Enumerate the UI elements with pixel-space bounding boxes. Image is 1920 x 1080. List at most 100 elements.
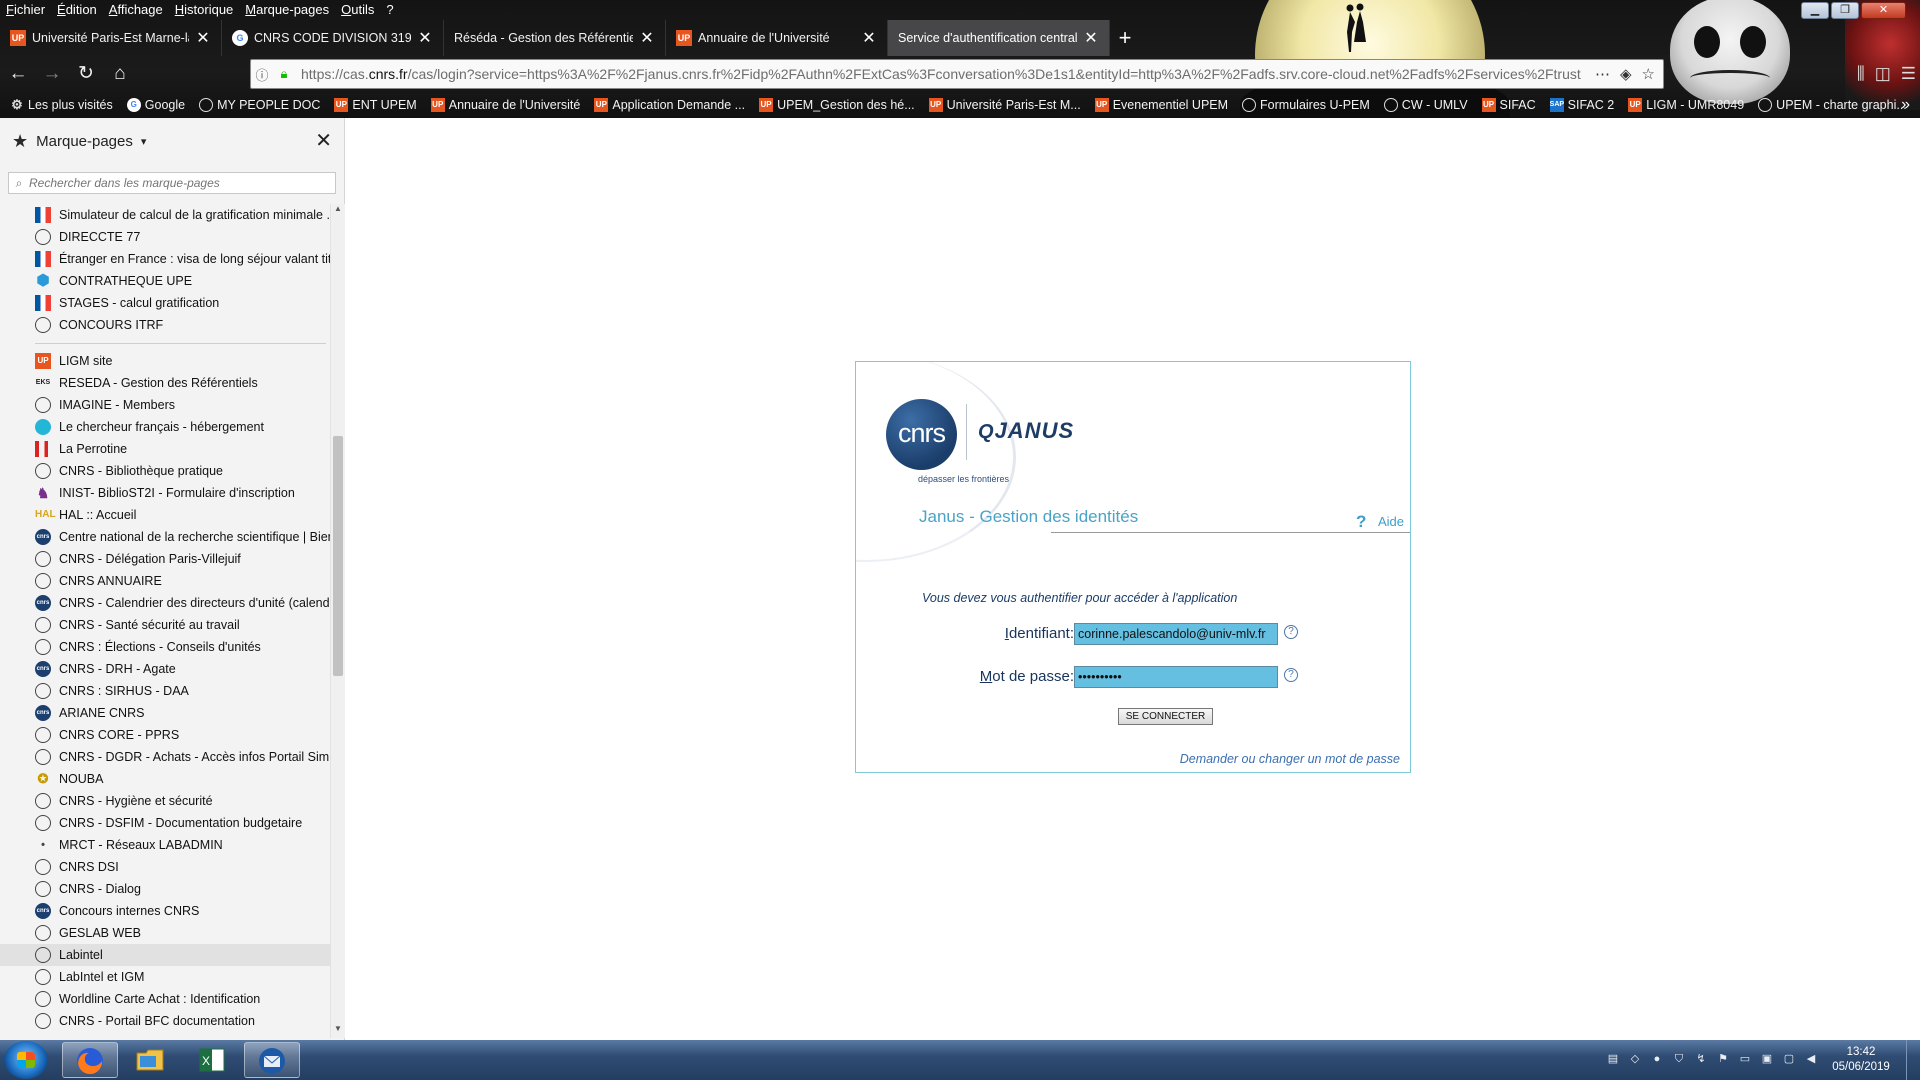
bookmark-ligm[interactable]: UP LIGM - UMR8049 — [1628, 98, 1758, 112]
url-text[interactable]: https://cas.cnrs.fr/cas/login?service=ht… — [295, 66, 1595, 82]
bookmark-item-cnrs-sirhus-daa[interactable]: CNRS : SIRHUS - DAA — [0, 680, 330, 702]
bookmark-search-input[interactable] — [29, 176, 329, 190]
bookmark-item-direccte-77[interactable]: DIRECCTE 77 — [0, 226, 330, 248]
address-bar[interactable]: ⓘ 🔒︎ https://cas.cnrs.fr/cas/login?servi… — [250, 59, 1664, 89]
volume-icon[interactable]: ◀ — [1804, 1052, 1818, 1066]
bookmark-item-concours-itrf[interactable]: CONCOURS ITRF — [0, 314, 330, 336]
clock[interactable]: 13:42 05/06/2019 — [1826, 1045, 1896, 1075]
bookmark-upem-gestion[interactable]: UP UPEM_Gestion des hé... — [759, 98, 929, 112]
pocket-icon[interactable]: ◈ — [1620, 65, 1632, 83]
bookmark-ent-upem[interactable]: UP ENT UPEM — [334, 98, 430, 112]
bookmark-item-cnrs-calendrier-des-directeurs-d-unite-c[interactable]: cnrs CNRS - Calendrier des directeurs d'u… — [0, 592, 330, 614]
reload-button[interactable]: ↻ — [70, 58, 102, 90]
username-help-icon[interactable]: ? — [1284, 625, 1298, 639]
sidebar-close-icon[interactable]: ✕ — [315, 128, 332, 153]
lock-icon[interactable]: 🔒︎ — [273, 66, 295, 82]
bookmark-item-cnrs-hygiene-et-securite[interactable]: CNRS - Hygiène et sécurité — [0, 790, 330, 812]
sidebar-scrollbar[interactable]: ▲ ▼ — [330, 204, 345, 1038]
password-help-icon[interactable]: ? — [1284, 668, 1298, 682]
password-input[interactable] — [1074, 666, 1278, 688]
chat-icon[interactable]: ▢ — [1782, 1052, 1796, 1066]
bookmark-item-stages-calcul-gratification[interactable]: STAGES - calcul gratification — [0, 292, 330, 314]
start-button[interactable] — [4, 1041, 48, 1079]
bookmark-item-cnrs-dialog[interactable]: CNRS - Dialog — [0, 878, 330, 900]
change-password-link[interactable]: Demander ou changer un mot de passe — [1180, 752, 1400, 766]
antivirus-icon[interactable]: ⛉ — [1672, 1052, 1686, 1066]
bookmark-les-plus-visites[interactable]: ⚙ Les plus visités — [10, 98, 127, 113]
sidebar-title[interactable]: Marque-pages — [36, 133, 133, 150]
bookmark-sifac[interactable]: UP SIFAC — [1481, 98, 1550, 112]
bookmark-item-cnrs-sante-securite-au-travail[interactable]: CNRS - Santé sécurité au travail — [0, 614, 330, 636]
bookmark-charte-graphique[interactable]: UPEM - charte graphi... — [1758, 98, 1920, 112]
file-explorer-taskbar-button[interactable] — [122, 1042, 178, 1078]
bookmark-item-cnrs-drh-agate[interactable]: cnrs CNRS - DRH - Agate — [0, 658, 330, 680]
maximize-button[interactable]: ❐ — [1831, 2, 1859, 19]
menu-outils[interactable]: Outils — [335, 0, 380, 20]
tab-cas-authentication[interactable]: Service d'authentification centralisé ✕ — [888, 20, 1110, 56]
bookmark-item-cnrs-dsfim-documentation-budgetaire[interactable]: CNRS - DSFIM - Documentation budgetaire — [0, 812, 330, 834]
bookmark-my-people-doc[interactable]: MY PEOPLE DOC — [199, 98, 334, 112]
sidebar-header[interactable]: ★ Marque-pages ▾ — [0, 118, 344, 164]
bookmark-item-ariane-cnrs[interactable]: cnrs ARIANE CNRS — [0, 702, 330, 724]
username-input[interactable] — [1074, 623, 1278, 645]
scroll-down-icon[interactable]: ▼ — [331, 1024, 345, 1038]
menu-help[interactable]: ? — [380, 0, 399, 20]
bookmark-sifac-2[interactable]: SAP SIFAC 2 — [1549, 98, 1629, 112]
dropbox-icon[interactable]: ◇ — [1628, 1052, 1642, 1066]
bookmark-universite-paris-est[interactable]: UP Université Paris-Est M... — [928, 98, 1095, 112]
bookmark-item-le-chercheur-francais-hebergement[interactable]: Le chercheur français - hébergement — [0, 416, 330, 438]
bookmark-google[interactable]: G Google — [126, 98, 199, 112]
tab-close-icon[interactable]: ✕ — [861, 28, 877, 48]
firefox-taskbar-button[interactable] — [62, 1042, 118, 1078]
bookmark-evenementiel[interactable]: UP Evenementiel UPEM — [1094, 98, 1242, 112]
update-icon[interactable]: ● — [1650, 1052, 1664, 1066]
menu-marque-pages[interactable]: Marque-pages — [239, 0, 335, 20]
help-link[interactable]: Aide — [1378, 514, 1404, 529]
bookmark-item-simulateur-de-calcul-de-la-gratification[interactable]: Simulateur de calcul de la gratification… — [0, 204, 330, 226]
scrollbar-thumb[interactable] — [333, 436, 343, 676]
back-button[interactable]: ← — [2, 58, 34, 90]
bookmarks-overflow-icon[interactable]: » — [1901, 92, 1910, 118]
bookmark-item-imagine-members[interactable]: IMAGINE - Members — [0, 394, 330, 416]
bookmark-formulaires[interactable]: Formulaires U-PEM — [1242, 98, 1384, 112]
bookmark-item-labintel[interactable]: Labintel — [0, 944, 330, 966]
bookmark-annuaire[interactable]: UP Annuaire de l'Université — [430, 98, 595, 112]
excel-taskbar-button[interactable]: X — [184, 1042, 240, 1078]
battery-icon[interactable]: ▭ — [1738, 1052, 1752, 1066]
bookmark-item-cnrs-dgdr-achats-acces-infos-portail-sim[interactable]: CNRS - DGDR - Achats - Accès infos Porta… — [0, 746, 330, 768]
sidebar-toggle-icon[interactable]: ◫ — [1875, 64, 1891, 84]
menu-icon[interactable]: ☰ — [1901, 64, 1916, 84]
bookmark-item-hal-accueil[interactable]: HAL HAL :: Accueil — [0, 504, 330, 526]
bookmark-star-icon[interactable]: ☆ — [1642, 65, 1655, 83]
minimize-button[interactable]: ▁ — [1801, 2, 1829, 19]
show-desktop-button[interactable] — [1906, 1040, 1920, 1080]
display-icon[interactable]: ▣ — [1760, 1052, 1774, 1066]
login-button[interactable]: SE CONNECTER — [1118, 708, 1213, 725]
bookmark-item-cnrs-core-pprs[interactable]: CNRS CORE - PPRS — [0, 724, 330, 746]
library-icon[interactable]: ⫼ — [1857, 64, 1865, 84]
tab-annuaire[interactable]: UP Annuaire de l'Université ✕ — [666, 20, 888, 56]
bookmark-item-la-perrotine[interactable]: La Perrotine — [0, 438, 330, 460]
forward-button[interactable]: → — [36, 58, 68, 90]
tab-close-icon[interactable]: ✕ — [417, 28, 433, 48]
menu-fichier[interactable]: Fichier — [0, 0, 51, 20]
menu-edition[interactable]: Édition — [51, 0, 103, 20]
tab-upem[interactable]: UP Université Paris-Est Marne-la-V ✕ — [0, 20, 222, 56]
tab-reseda[interactable]: Réséda - Gestion des Référentiels ✕ — [444, 20, 666, 56]
sync-icon[interactable]: ↯ — [1694, 1052, 1708, 1066]
bookmark-item-cnrs-delegation-paris-villejuif[interactable]: CNRS - Délégation Paris-Villejuif — [0, 548, 330, 570]
page-actions-icon[interactable]: ⋯ — [1595, 65, 1610, 83]
bookmark-item-concours-internes-cnrs[interactable]: cnrs Concours internes CNRS — [0, 900, 330, 922]
bookmark-item-ligm-site[interactable]: UP LIGM site — [0, 350, 330, 372]
bookmark-item-cnrs-dsi[interactable]: CNRS DSI — [0, 856, 330, 878]
bookmark-application-demande[interactable]: UP Application Demande ... — [594, 98, 759, 112]
bookmark-item-labintel-et-igm[interactable]: LabIntel et IGM — [0, 966, 330, 988]
bookmark-item-cnrs-bibliotheque-pratique[interactable]: CNRS - Bibliothèque pratique — [0, 460, 330, 482]
bookmark-item-inist-bibliost2i-formulaire-d-inscriptio[interactable]: ♞ INIST- BiblioST2I - Formulaire d'inscri… — [0, 482, 330, 504]
window-close-button[interactable]: ✕ — [1861, 2, 1906, 19]
bookmark-item-geslab-web[interactable]: GESLAB WEB — [0, 922, 330, 944]
scroll-up-icon[interactable]: ▲ — [331, 204, 345, 218]
menu-historique[interactable]: Historique — [169, 0, 240, 20]
bookmark-search[interactable]: ⌕ — [8, 172, 336, 194]
bookmark-item-nouba[interactable]: ✪ NOUBA — [0, 768, 330, 790]
